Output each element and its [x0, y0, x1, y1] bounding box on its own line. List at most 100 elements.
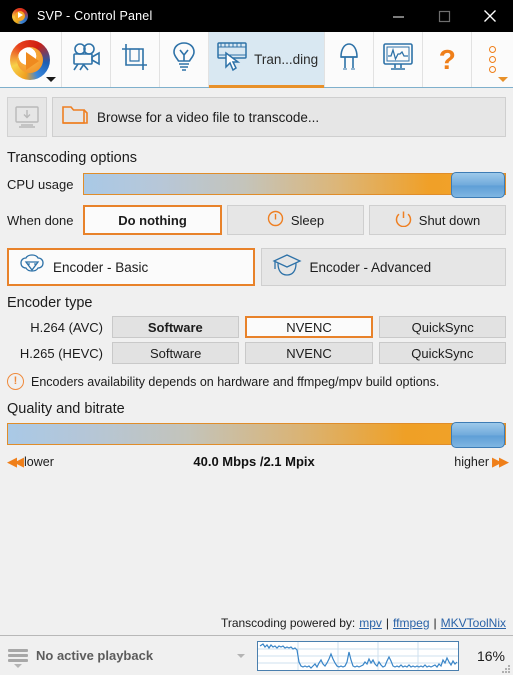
svp-control-panel-window: SVP - Control Panel Tran...ding ? Browse… [0, 0, 513, 675]
minimize-button[interactable] [375, 0, 421, 32]
playback-status-text: No active playback [36, 648, 154, 663]
encoder-h264-quicksync-label: QuickSync [411, 319, 474, 335]
cpu-usage-slider[interactable] [83, 172, 506, 198]
movie-camera-icon [69, 42, 103, 77]
quality-legend: ◀◀ lower 40.0 Mbps /2.1 Mpix higher ▶▶ [7, 454, 509, 469]
encoder-h265-quicksync-button[interactable]: QuickSync [378, 342, 506, 364]
quality-bitrate-slider-thumb[interactable] [451, 422, 505, 448]
encoder-h265-software-label: Software [150, 345, 202, 361]
toolbar-item-lightbulb[interactable] [160, 32, 210, 87]
monitor-waveform-icon [381, 41, 415, 78]
toolbar-item-svp-main-menu[interactable] [0, 32, 62, 87]
hamburger-menu-icon[interactable] [8, 649, 28, 668]
link-mpv[interactable]: mpv [359, 616, 382, 630]
status-bar: No active playback 16% [0, 635, 513, 675]
when-done-option-shut-down[interactable]: Shut down [369, 205, 506, 235]
chevron-down-icon [497, 77, 508, 82]
encoder-tab-advanced[interactable]: Encoder - Advanced [260, 248, 506, 286]
encoder-row-h265: H.265 (HEVC) Software NVENC QuickSync [7, 342, 506, 364]
warning-exclamation-icon: ! [7, 373, 24, 390]
lightbulb-icon [171, 41, 197, 78]
encoder-row-h264-label: H.264 (AVC) [30, 319, 103, 335]
video-thumbnail-icon [7, 97, 47, 137]
maximize-button[interactable] [421, 0, 467, 32]
three-dots-vertical-icon [489, 46, 497, 73]
encoder-type-title: Encoder type [7, 295, 93, 311]
crop-icon [119, 42, 151, 77]
encoder-h265-software-button[interactable]: Software [112, 342, 240, 364]
window-title: SVP - Control Panel [37, 9, 153, 23]
when-done-option-do-nothing[interactable]: Do nothing [83, 205, 222, 235]
browse-for-video-file-button[interactable]: Browse for a video file to transcode... [52, 97, 506, 137]
toolbar-item-help[interactable]: ? [423, 32, 473, 87]
encoder-h264-nvenc-button[interactable]: NVENC [244, 316, 374, 338]
powered-by-row: Transcoding powered by: mpv | ffmpeg | M… [221, 616, 506, 635]
question-mark-icon: ? [438, 43, 456, 75]
play-triangle-icon [26, 51, 40, 70]
main-content: Browse for a video file to transcode... … [0, 88, 513, 635]
encoder-h264-software-button[interactable]: Software [112, 316, 239, 338]
cpu-usage-graph[interactable] [257, 640, 459, 671]
toolbar-item-transcoding-label: Tran...ding [254, 52, 319, 67]
toolbar-item-more-options[interactable] [472, 32, 513, 87]
transcoding-options-title: Transcoding options [7, 150, 138, 166]
quality-lower-label: lower [24, 454, 54, 469]
quality-lower[interactable]: ◀◀ lower [7, 455, 54, 469]
powered-by-separator-2: | [433, 616, 437, 630]
toolbar-item-led-indicator[interactable] [325, 32, 375, 87]
encoder-h264-quicksync-button[interactable]: QuickSync [379, 316, 507, 338]
toolbar-item-performance-monitor[interactable] [374, 32, 424, 87]
toolbar-item-crop-frames[interactable] [111, 32, 161, 87]
encoder-h264-software-label: Software [147, 319, 203, 335]
quality-higher-label: higher [454, 454, 489, 469]
folder-icon [61, 103, 89, 132]
sleep-power-icon [267, 210, 284, 230]
encoder-tab-advanced-label: Encoder - Advanced [309, 259, 432, 275]
encoder-availability-note-text: Encoders availability depends on hardwar… [31, 374, 440, 389]
close-button[interactable] [467, 0, 513, 32]
caret-down-icon[interactable] [237, 653, 245, 658]
when-done-option-sleep[interactable]: Sleep [227, 205, 364, 235]
browse-row: Browse for a video file to transcode... [7, 97, 506, 137]
quality-value-text: 40.0 Mbps /2.1 Mpix [193, 454, 315, 469]
encoder-h264-nvenc-label: NVENC [286, 319, 332, 335]
encoder-type-grid: H.264 (AVC) Software NVENC QuickSync H.2… [7, 316, 507, 364]
encoder-row-h265-label: H.265 (HEVC) [19, 345, 103, 361]
powered-by-prefix: Transcoding powered by: [220, 616, 356, 630]
encoder-h265-nvenc-label: NVENC [286, 345, 332, 361]
when-done-label: When done [7, 212, 74, 228]
link-ffmpeg[interactable]: ffmpeg [393, 616, 429, 630]
encoder-tab-basic[interactable]: Encoder - Basic [7, 248, 255, 286]
link-mkvtoolnix[interactable]: MKVToolNix [441, 616, 506, 630]
encoder-h265-quicksync-label: QuickSync [411, 345, 474, 361]
encoder-availability-note: ! Encoders availability depends on hardw… [7, 373, 506, 390]
title-bar: SVP - Control Panel [0, 0, 513, 32]
cpu-usage-slider-thumb[interactable] [451, 172, 505, 198]
cpu-usage-label: CPU usage [7, 176, 74, 192]
svp-logo-icon [12, 8, 28, 24]
chevron-down-icon [45, 77, 56, 82]
film-strip-cursor-icon [215, 39, 253, 80]
powered-by-separator-1: | [385, 616, 390, 630]
chevron-double-left-icon: ◀◀ [7, 454, 24, 469]
encoder-tab-basic-label: Encoder - Basic [53, 259, 149, 275]
quality-and-bitrate-title: Quality and bitrate [7, 401, 125, 417]
toolbar-item-transcoding[interactable]: Tran...ding [209, 32, 326, 88]
chevron-double-right-icon: ▶▶ [492, 454, 509, 469]
cpu-usage-row: CPU usage [7, 172, 506, 198]
main-toolbar: Tran...ding ? [0, 32, 513, 88]
quality-slider-wrap: ◀◀ lower 40.0 Mbps /2.1 Mpix higher ▶▶ [7, 422, 509, 469]
quality-higher[interactable]: higher ▶▶ [454, 454, 509, 469]
quality-bitrate-slider[interactable] [7, 422, 506, 448]
led-diode-icon [336, 41, 362, 78]
shutdown-power-icon [395, 210, 412, 230]
encoder-h265-nvenc-button[interactable]: NVENC [245, 342, 373, 364]
browse-button-label: Browse for a video file to transcode... [97, 109, 320, 125]
svp-logo-icon [10, 39, 51, 80]
when-done-row: When done Do nothing Sleep Shut down [7, 205, 506, 235]
toolbar-item-video-profiles[interactable] [62, 32, 112, 87]
when-done-option-sleep-label: Sleep [290, 212, 325, 228]
graduation-cap-icon [271, 253, 302, 282]
encoder-row-h264: H.264 (AVC) Software NVENC QuickSync [7, 316, 507, 338]
resize-grip-icon[interactable] [502, 665, 511, 673]
